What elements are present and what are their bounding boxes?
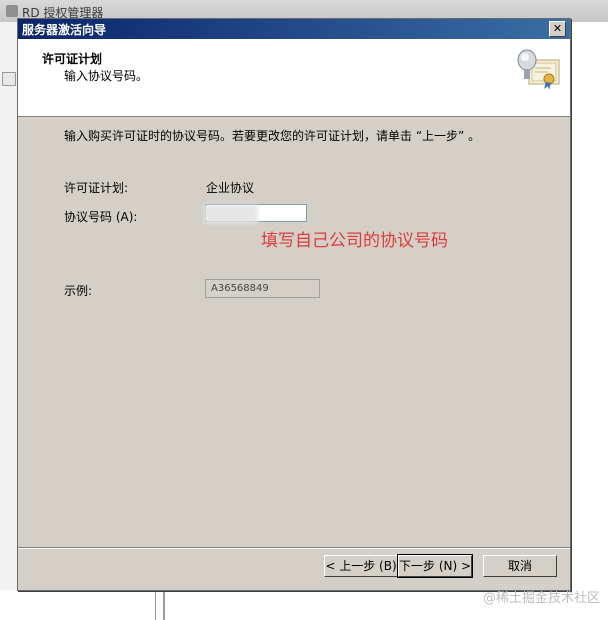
example-value: A36568849 <box>205 279 320 298</box>
pane-divider[interactable] <box>155 590 156 620</box>
red-annotation: 填写自己公司的协议号码 <box>261 231 448 251</box>
agreement-number-label: 协议号码 (A): <box>64 210 138 224</box>
background-lower-pane <box>0 590 165 620</box>
wizard-header: 许可证计划 输入协议号码。 <box>18 39 570 117</box>
background-left-pane <box>0 22 18 620</box>
dialog-title: 服务器激活向导 <box>22 23 107 37</box>
back-button[interactable]: < 上一步 (B) <box>324 555 398 577</box>
example-label: 示例: <box>64 284 93 298</box>
license-plan-label: 许可证计划: <box>64 181 129 195</box>
agreement-number-input[interactable] <box>205 204 307 222</box>
activation-wizard-dialog: 服务器激活向导 ✕ 许可证计划 输入协议号码。 输入购买许可证时的协议号码。若要… <box>17 18 571 591</box>
close-button[interactable]: ✕ <box>549 21 566 37</box>
button-separator <box>18 547 570 549</box>
toolbar-button-icon[interactable] <box>2 72 16 86</box>
app-icon <box>6 5 18 17</box>
page-title: 许可证计划 <box>42 52 103 66</box>
watermark-text: @稀土掘金技术社区 <box>482 591 600 606</box>
certificate-icon <box>517 49 560 90</box>
next-button[interactable]: 下一步 (N) > <box>397 554 473 578</box>
instruction-text: 输入购买许可证时的协议号码。若要更改您的许可证计划，请单击 “上一步” 。 <box>64 129 481 143</box>
cancel-button[interactable]: 取消 <box>483 555 557 577</box>
dialog-titlebar[interactable]: 服务器激活向导 ✕ <box>18 19 570 39</box>
wizard-content: 输入购买许可证时的协议号码。若要更改您的许可证计划，请单击 “上一步” 。 许可… <box>18 117 570 547</box>
page-subtitle: 输入协议号码。 <box>64 69 149 83</box>
license-plan-value: 企业协议 <box>206 181 255 195</box>
